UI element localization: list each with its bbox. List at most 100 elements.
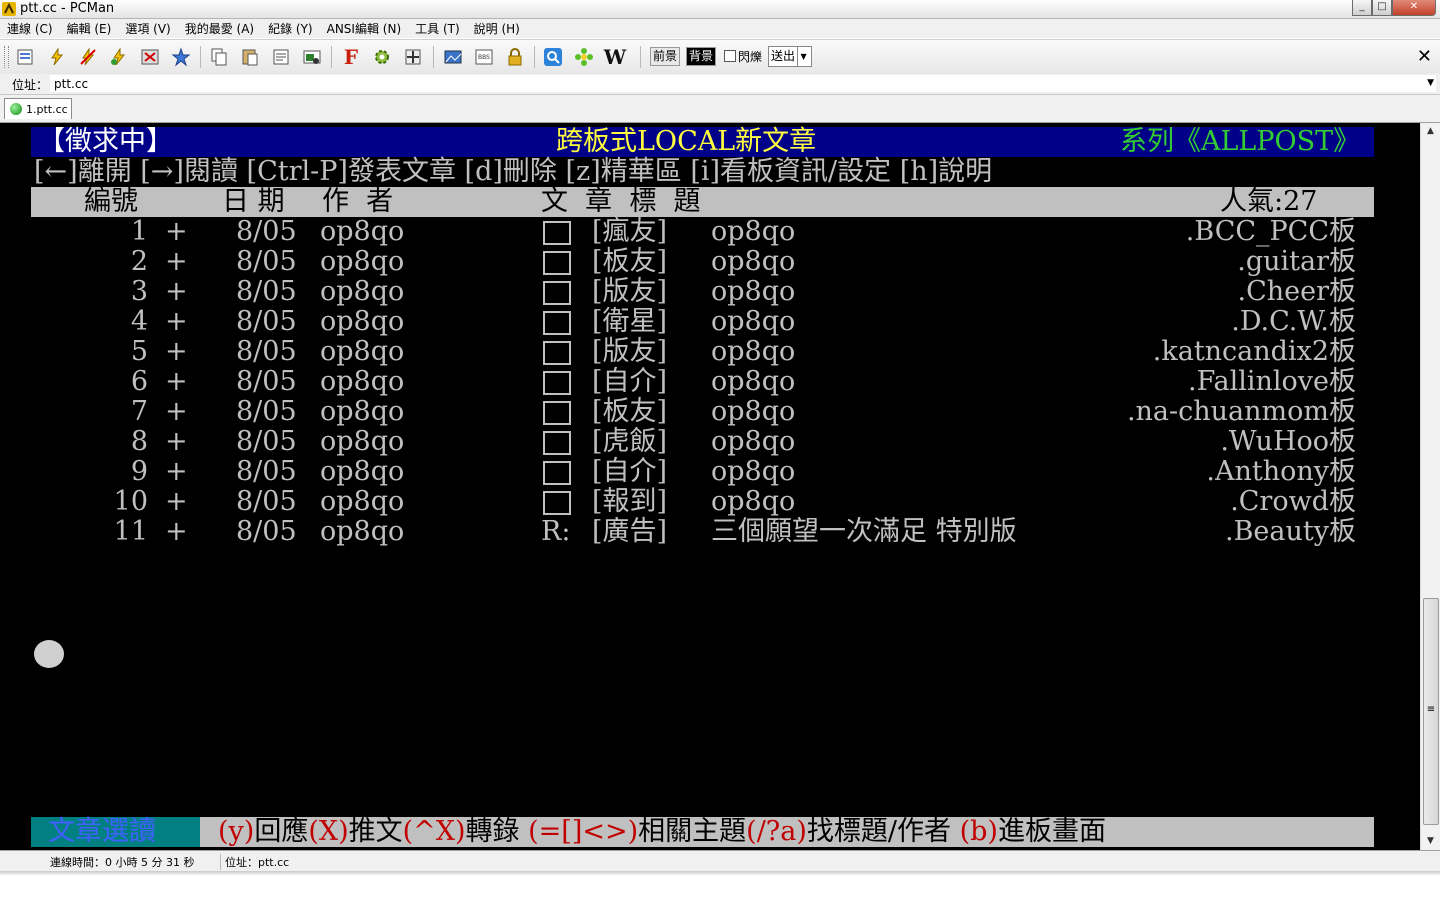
article-author: op8qo: [320, 216, 405, 247]
flower-icon[interactable]: [573, 46, 595, 68]
address-book-icon[interactable]: [14, 46, 36, 68]
font-icon[interactable]: F: [340, 45, 362, 69]
col-title: 文 章 標 題: [541, 186, 701, 217]
article-number: 1: [130, 216, 148, 247]
menu-options[interactable]: 選項 (V): [118, 20, 177, 37]
article-author: op8qo: [320, 516, 405, 547]
article-date: 8/05: [236, 216, 297, 247]
unread-box-icon: [543, 367, 571, 397]
terminal-scrollbar[interactable]: ▲ ≡ ▼: [1420, 123, 1440, 850]
address-dropdown-icon[interactable]: ▼: [1427, 78, 1434, 88]
article-board: .Beauty板: [1225, 516, 1356, 547]
article-row[interactable]: 2 +8/05 op8qo [板友] op8qo .guitar板: [0, 247, 1420, 277]
article-number: 5: [130, 336, 148, 367]
help-row: [←]離開 [→]閱讀 [Ctrl-P]發表文章 [d]刪除 [z]精華區 [i…: [0, 157, 1420, 187]
settings-icon[interactable]: [371, 46, 393, 68]
minimize-button[interactable]: _: [1352, 0, 1372, 16]
article-row[interactable]: 7 +8/05 op8qo [板友] op8qo .na-chuanmom板: [0, 397, 1420, 427]
article-row[interactable]: 1 +8/05 op8qo [瘋友] op8qo .BCC_PCC板: [0, 217, 1420, 247]
background-color-button[interactable]: 背景: [686, 47, 717, 66]
article-date: 8/05: [236, 516, 297, 547]
menu-bar: 連線 (C) 編輯 (E) 選項 (V) 我的最愛 (A) 紀錄 (Y) ANS…: [0, 19, 1440, 38]
article-row[interactable]: 9 +8/05 op8qo [自介] op8qo .Anthony板: [0, 457, 1420, 487]
scroll-down-icon[interactable]: ▼: [1421, 833, 1440, 850]
article-number: 3: [130, 276, 148, 307]
article-title: op8qo: [711, 396, 796, 427]
menu-history[interactable]: 紀錄 (Y): [261, 20, 320, 37]
article-mark: +: [165, 336, 188, 367]
screenshot-icon[interactable]: [301, 46, 323, 68]
article-board: .Crowd板: [1230, 486, 1356, 517]
search-icon[interactable]: [542, 46, 564, 68]
taskbar-strip: [0, 871, 1440, 900]
menu-edit[interactable]: 編輯 (E): [60, 20, 119, 37]
lock-icon[interactable]: [504, 46, 526, 68]
maximize-button[interactable]: □: [1372, 0, 1392, 16]
toolbar-grip[interactable]: [4, 46, 9, 68]
menu-connection[interactable]: 連線 (C): [0, 20, 60, 37]
article-row[interactable]: 11 +8/05 op8qo R: [廣告] 三個願望一次滿足 特別版 .Beauty板: [0, 517, 1420, 547]
window-titlebar: ptt.cc - PCMan _ □ ✕: [0, 0, 1440, 19]
menu-help[interactable]: 說明 (H): [467, 20, 527, 37]
article-row[interactable]: 3 +8/05 op8qo [版友] op8qo .Cheer板: [0, 277, 1420, 307]
address-label: 位址：: [12, 78, 49, 92]
article-row[interactable]: 6 +8/05 op8qo [自介] op8qo .Fallinlove板: [0, 367, 1420, 397]
article-mark: +: [165, 426, 188, 457]
footer-commands: (y)回應(X)推文(^X)轉錄 (=[]<>)相關主題(/?a)找標題/作者 …: [218, 816, 1106, 847]
disconnect-icon[interactable]: [77, 46, 99, 68]
send-combo[interactable]: 送出 ▼: [768, 46, 813, 67]
article-author: op8qo: [320, 486, 405, 517]
wikipedia-icon[interactable]: W: [604, 45, 626, 69]
toolbar-separator: [433, 46, 434, 68]
add-favorite-icon[interactable]: [170, 46, 192, 68]
article-title: op8qo: [711, 486, 796, 517]
article-number: 4: [130, 306, 148, 337]
unread-box-icon: [543, 427, 571, 457]
reconnect-icon[interactable]: [108, 46, 130, 68]
toolbar-separator: [534, 46, 535, 68]
chevron-down-icon[interactable]: ▼: [797, 47, 809, 66]
unread-box-icon: [543, 217, 571, 247]
article-board: .Cheer板: [1237, 276, 1357, 307]
article-category: [瘋友]: [592, 216, 668, 247]
scroll-up-icon[interactable]: ▲: [1421, 123, 1440, 140]
article-category: [報到]: [592, 486, 668, 517]
article-row[interactable]: 10 +8/05 op8qo [報到] op8qo .Crowd板: [0, 487, 1420, 517]
svg-text:BBS: BBS: [478, 54, 490, 61]
blink-label: 閃爍: [738, 50, 763, 64]
menu-tools[interactable]: 工具 (T): [408, 20, 467, 37]
header-center: 跨板式LOCAL新文章: [556, 126, 817, 157]
tab-ptt[interactable]: 1.ptt.cc: [4, 98, 72, 119]
paste-icon[interactable]: [239, 46, 261, 68]
article-row[interactable]: 8 +8/05 op8qo [虎飯] op8qo .WuHoo板: [0, 427, 1420, 457]
article-author: op8qo: [320, 276, 405, 307]
close-connection-icon[interactable]: [139, 46, 161, 68]
tab-bar: 1.ptt.cc: [0, 95, 1440, 123]
article-title: op8qo: [711, 246, 796, 277]
copy-icon[interactable]: [208, 46, 230, 68]
unread-box-icon: [543, 307, 571, 337]
scrollbar-thumb[interactable]: ≡: [1423, 598, 1439, 825]
menu-ansi-edit[interactable]: ANSI編輯 (N): [320, 20, 409, 37]
quick-connect-icon[interactable]: [46, 46, 68, 68]
article-row[interactable]: 5 +8/05 op8qo [版友] op8qo .katncandix2板: [0, 337, 1420, 367]
article-row[interactable]: 4 +8/05 op8qo [衛星] op8qo .D.C.W.板: [0, 307, 1420, 337]
fullscreen-icon[interactable]: [402, 46, 424, 68]
article-number: 10: [113, 486, 148, 517]
article-board: .na-chuanmom板: [1126, 396, 1356, 427]
article-author: op8qo: [320, 426, 405, 457]
ascii-art-icon[interactable]: BBS: [473, 46, 495, 68]
copy-article-icon[interactable]: [270, 46, 292, 68]
article-mark: +: [165, 366, 188, 397]
unread-box-icon: [543, 397, 571, 427]
article-date: 8/05: [236, 396, 297, 427]
foreground-color-button[interactable]: 前景: [650, 47, 681, 66]
close-toolbar-icon[interactable]: ✕: [1417, 46, 1432, 67]
close-window-button[interactable]: ✕: [1392, 0, 1436, 16]
menu-favorites[interactable]: 我的最愛 (A): [178, 20, 261, 37]
terminal-screen[interactable]: 【徵求中】 跨板式LOCAL新文章 系列《ALLPOST》 [←]離開 [→]閱…: [0, 123, 1420, 850]
article-date: 8/05: [236, 366, 297, 397]
blink-checkbox[interactable]: [724, 50, 736, 62]
address-input[interactable]: [50, 75, 1436, 92]
image-icon[interactable]: [442, 46, 464, 68]
